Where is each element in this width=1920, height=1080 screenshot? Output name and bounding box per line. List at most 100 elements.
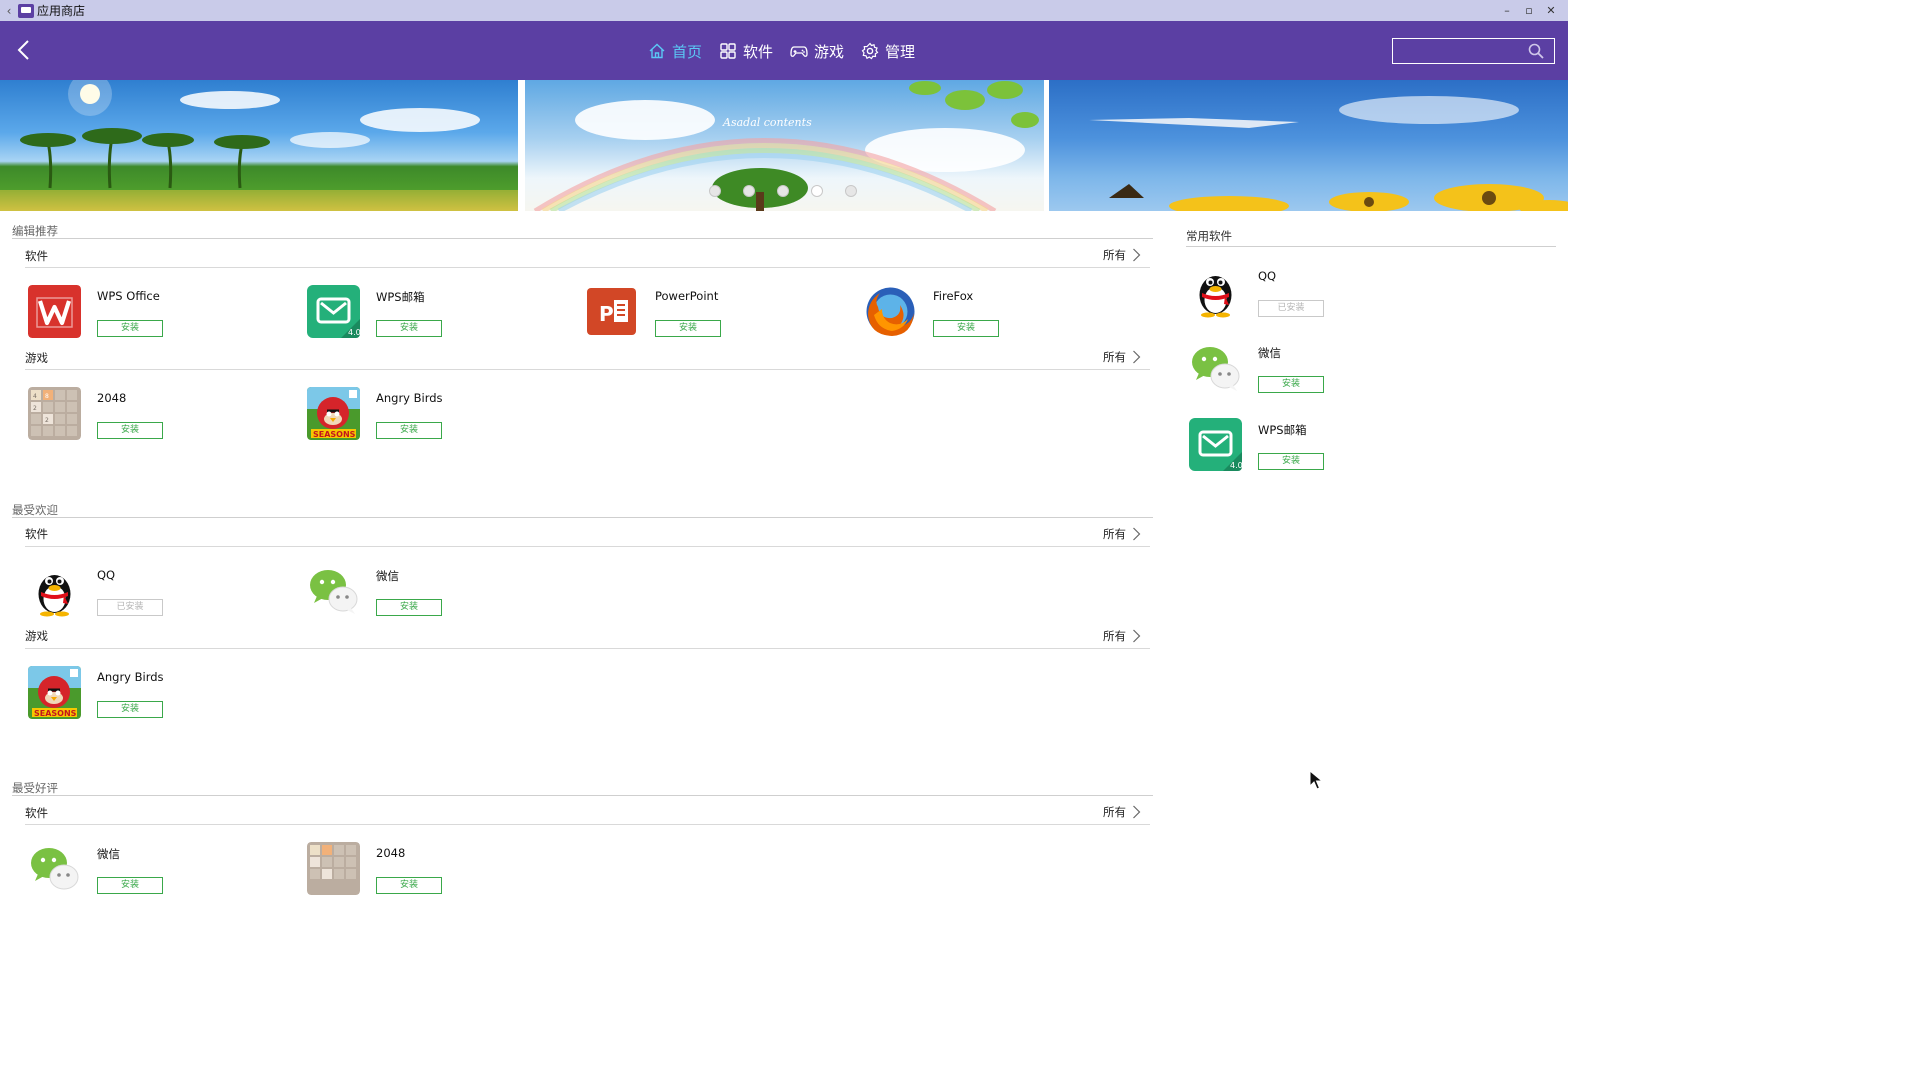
sidebar-app-card[interactable]: 4.0 WPS邮箱 安装 — [1189, 418, 1449, 478]
search-icon[interactable] — [1528, 43, 1544, 59]
minimize-button[interactable]: – — [1496, 4, 1518, 17]
carousel-dot[interactable] — [845, 185, 857, 197]
app-card[interactable]: 4 8 2 2 2048 安装 — [28, 387, 288, 447]
tab-games-label: 游戏 — [814, 42, 845, 61]
app-card[interactable]: 微信 安装 — [307, 564, 567, 624]
gamepad-icon — [790, 46, 808, 57]
banner-overlay-text: Asadal contents — [722, 116, 812, 129]
banner-slide-sunflowers[interactable] — [1049, 80, 1568, 211]
tab-manage[interactable]: 管理 — [861, 39, 915, 63]
install-button[interactable]: 安装 — [376, 320, 442, 337]
firefox-icon — [864, 285, 917, 338]
wps-mail-icon: 4.0 — [1189, 418, 1242, 471]
svg-text:2: 2 — [33, 405, 37, 412]
mouse-cursor-icon — [1309, 770, 1323, 790]
qq-icon — [1189, 265, 1242, 318]
app-card[interactable]: FireFox 安装 — [864, 285, 1124, 345]
install-button[interactable]: 安装 — [97, 701, 163, 718]
sidebar-app-card[interactable]: QQ 已安装 — [1189, 265, 1449, 325]
chevron-right-icon — [1133, 248, 1141, 262]
app-name: 微信 — [97, 847, 120, 861]
palm-landscape-image — [0, 80, 518, 211]
tab-manage-label: 管理 — [885, 42, 916, 61]
install-button[interactable]: 安装 — [376, 877, 442, 894]
see-all-link[interactable]: 所有 — [1103, 349, 1141, 365]
app-store-logo-icon — [18, 3, 34, 18]
nav-tabs: 首页 软件 游戏 管理 — [648, 39, 915, 63]
app-name: WPS邮箱 — [376, 290, 425, 304]
titlebar-back-icon[interactable]: ‹ — [0, 4, 18, 18]
app-card[interactable]: SEASONS Angry Birds 安装 — [307, 387, 567, 447]
app-name: QQ — [1258, 269, 1277, 283]
carousel-dot[interactable] — [709, 185, 721, 197]
game-2048-icon — [307, 842, 360, 895]
sunflower-sky-image — [1089, 96, 1568, 211]
installed-button[interactable]: 已安装 — [1258, 300, 1324, 317]
group-title-software: 软件 — [25, 249, 48, 263]
app-name: QQ — [97, 568, 116, 582]
gear-icon — [861, 42, 879, 60]
see-all-link[interactable]: 所有 — [1103, 526, 1141, 542]
chevron-right-icon — [1133, 629, 1141, 643]
tab-home[interactable]: 首页 — [648, 39, 702, 63]
see-all-label: 所有 — [1103, 805, 1126, 819]
app-name: WPS Office — [97, 289, 160, 303]
search-input[interactable] — [1397, 42, 1517, 60]
game-2048-icon: 4 8 2 2 — [28, 387, 81, 440]
wps-mail-icon: 4.0 — [307, 285, 360, 338]
group-title-games: 游戏 — [25, 629, 48, 643]
group-divider — [25, 648, 1150, 649]
app-name: Angry Birds — [376, 391, 443, 405]
see-all-link[interactable]: 所有 — [1103, 804, 1141, 820]
see-all-label: 所有 — [1103, 527, 1126, 541]
svg-text:SEASONS: SEASONS — [313, 430, 356, 439]
chevron-right-icon — [1133, 527, 1141, 541]
install-button[interactable]: 安装 — [376, 599, 442, 616]
installed-button[interactable]: 已安装 — [97, 599, 163, 616]
app-name: 微信 — [1258, 346, 1281, 360]
window-titlebar: ‹ 应用商店 – ▫ ✕ — [0, 0, 1568, 21]
banner-slide-palms[interactable] — [0, 80, 518, 211]
sidebar-app-card[interactable]: 微信 安装 — [1189, 341, 1449, 401]
window-controls: – ▫ ✕ — [1496, 0, 1562, 21]
see-all-link[interactable]: 所有 — [1103, 247, 1141, 263]
install-button[interactable]: 安装 — [97, 877, 163, 894]
app-card[interactable]: P PowerPoint 安装 — [586, 285, 846, 345]
back-arrow-icon[interactable] — [14, 38, 34, 62]
app-card[interactable]: QQ 已安装 — [28, 564, 288, 624]
carousel-dot[interactable] — [777, 185, 789, 197]
group-divider — [25, 267, 1150, 268]
tab-games[interactable]: 游戏 — [790, 39, 844, 63]
sidebar-divider — [1186, 246, 1556, 247]
tab-software[interactable]: 软件 — [719, 39, 773, 63]
wps-office-icon — [28, 285, 81, 338]
group-title-software: 软件 — [25, 527, 48, 541]
see-all-link[interactable]: 所有 — [1103, 628, 1141, 644]
tab-home-label: 首页 — [672, 42, 703, 61]
install-button[interactable]: 安装 — [97, 422, 163, 439]
section-divider — [12, 795, 1153, 796]
search-box[interactable] — [1392, 38, 1555, 64]
app-card[interactable]: 微信 安装 — [28, 842, 288, 902]
install-button[interactable]: 安装 — [1258, 376, 1324, 393]
install-button[interactable]: 安装 — [933, 320, 999, 337]
app-card[interactable]: 2048 安装 — [307, 842, 567, 902]
carousel-dot[interactable] — [743, 185, 755, 197]
section-title-top-rated: 最受好评 — [12, 781, 58, 795]
close-button[interactable]: ✕ — [1540, 4, 1562, 17]
app-name: FireFox — [933, 289, 974, 303]
app-card[interactable]: 4.0 WPS邮箱 安装 — [307, 285, 567, 345]
maximize-button[interactable]: ▫ — [1518, 4, 1540, 17]
app-card[interactable]: SEASONS Angry Birds 安装 — [28, 666, 288, 726]
grid-icon — [720, 43, 736, 59]
install-button[interactable]: 安装 — [1258, 453, 1324, 470]
carousel-dot-active[interactable] — [811, 185, 823, 197]
install-button[interactable]: 安装 — [655, 320, 721, 337]
svg-text:2: 2 — [45, 417, 49, 424]
app-name: PowerPoint — [655, 289, 719, 303]
powerpoint-icon: P — [586, 285, 639, 338]
app-card[interactable]: WPS Office 安装 — [28, 285, 288, 345]
install-button[interactable]: 安装 — [97, 320, 163, 337]
install-button[interactable]: 安装 — [376, 422, 442, 439]
app-name: 2048 — [97, 391, 127, 405]
